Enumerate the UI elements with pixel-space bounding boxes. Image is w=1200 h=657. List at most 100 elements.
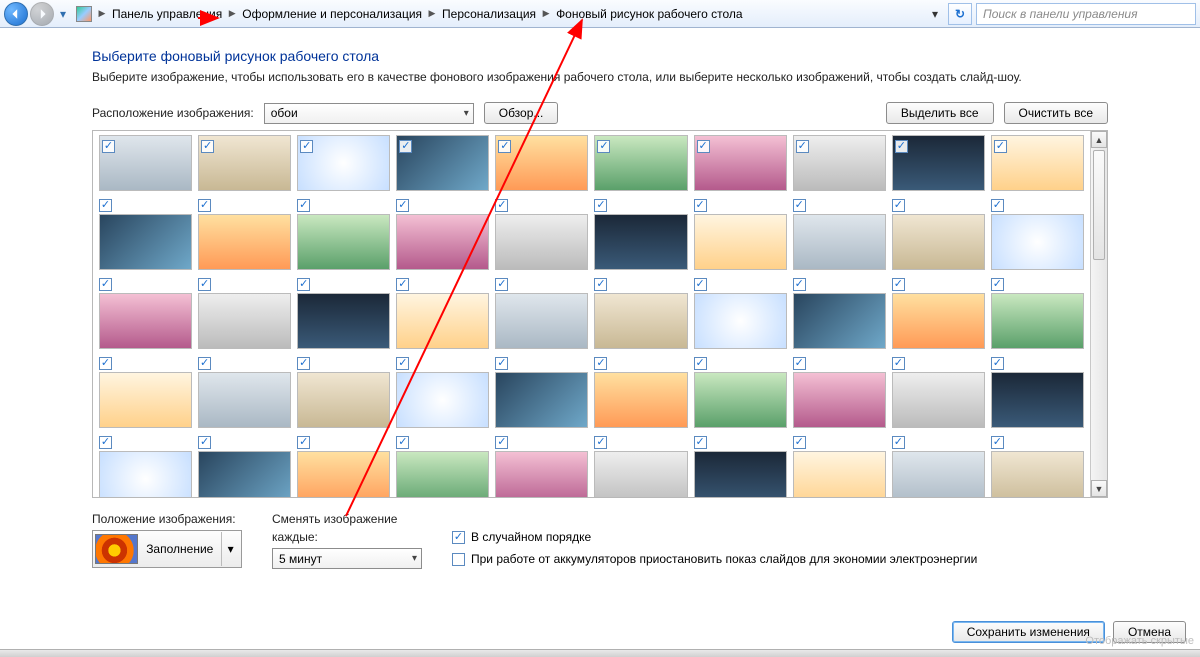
breadcrumb-item[interactable]: Оформление и персонализация (238, 3, 426, 25)
thumb-checkbox[interactable] (597, 140, 610, 153)
wallpaper-thumb[interactable] (495, 135, 588, 191)
wallpaper-image[interactable] (793, 135, 886, 191)
wallpaper-thumb[interactable] (594, 355, 687, 428)
wallpaper-thumb[interactable] (198, 276, 291, 349)
refresh-button[interactable]: ↻ (948, 3, 972, 25)
wallpaper-thumb[interactable] (495, 276, 588, 349)
wallpaper-thumb[interactable] (297, 135, 390, 191)
thumb-checkbox[interactable] (895, 140, 908, 153)
thumb-checkbox[interactable] (102, 140, 115, 153)
address-dropdown[interactable]: ▾ (926, 3, 944, 25)
wallpaper-image[interactable] (892, 214, 985, 270)
chevron-right-icon[interactable]: ▶ (226, 3, 238, 25)
thumb-checkbox[interactable] (297, 278, 310, 291)
chevron-right-icon[interactable]: ▶ (426, 3, 438, 25)
thumb-checkbox[interactable] (495, 436, 508, 449)
wallpaper-thumb[interactable] (793, 135, 886, 191)
wallpaper-image[interactable] (198, 214, 291, 270)
wallpaper-thumb[interactable] (892, 135, 985, 191)
wallpaper-image[interactable] (99, 372, 192, 428)
thumb-checkbox[interactable] (198, 278, 211, 291)
wallpaper-image[interactable] (495, 451, 588, 497)
wallpaper-thumb[interactable] (594, 434, 687, 497)
wallpaper-image[interactable] (297, 135, 390, 191)
wallpaper-image[interactable] (99, 135, 192, 191)
wallpaper-image[interactable] (694, 372, 787, 428)
wallpaper-image[interactable] (495, 293, 588, 349)
thumb-checkbox[interactable] (991, 436, 1004, 449)
thumb-checkbox[interactable] (793, 357, 806, 370)
history-dropdown[interactable]: ▾ (56, 4, 70, 24)
wallpaper-thumb[interactable] (991, 355, 1084, 428)
wallpaper-thumb[interactable] (198, 197, 291, 270)
thumb-checkbox[interactable] (594, 357, 607, 370)
thumb-checkbox[interactable] (297, 199, 310, 212)
thumb-checkbox[interactable] (892, 278, 905, 291)
wallpaper-image[interactable] (991, 293, 1084, 349)
wallpaper-image[interactable] (694, 135, 787, 191)
breadcrumb-item[interactable]: Панель управления (108, 3, 226, 25)
thumb-checkbox[interactable] (793, 436, 806, 449)
wallpaper-image[interactable] (594, 451, 687, 497)
wallpaper-image[interactable] (297, 293, 390, 349)
wallpaper-thumb[interactable] (991, 197, 1084, 270)
scrollbar[interactable]: ▲ ▼ (1090, 131, 1107, 497)
wallpaper-thumb[interactable] (694, 434, 787, 497)
thumb-checkbox[interactable] (396, 436, 409, 449)
breadcrumb-item[interactable]: Персонализация (438, 3, 540, 25)
wallpaper-thumb[interactable] (396, 135, 489, 191)
thumb-checkbox[interactable] (991, 199, 1004, 212)
wallpaper-image[interactable] (198, 293, 291, 349)
wallpaper-image[interactable] (198, 372, 291, 428)
search-input[interactable]: Поиск в панели управления (976, 3, 1196, 25)
wallpaper-thumb[interactable] (495, 197, 588, 270)
thumb-checkbox[interactable] (594, 278, 607, 291)
wallpaper-thumb[interactable] (694, 135, 787, 191)
thumb-checkbox[interactable] (892, 357, 905, 370)
shuffle-checkbox[interactable]: В случайном порядке (452, 530, 977, 544)
wallpaper-image[interactable] (297, 214, 390, 270)
wallpaper-thumb[interactable] (396, 434, 489, 497)
thumb-checkbox[interactable] (892, 199, 905, 212)
wallpaper-image[interactable] (198, 135, 291, 191)
wallpaper-image[interactable] (793, 451, 886, 497)
wallpaper-thumb[interactable] (99, 197, 192, 270)
thumb-checkbox[interactable] (793, 199, 806, 212)
thumb-checkbox[interactable] (99, 436, 112, 449)
wallpaper-thumb[interactable] (793, 197, 886, 270)
thumb-checkbox[interactable] (399, 140, 412, 153)
wallpaper-image[interactable] (396, 135, 489, 191)
wallpaper-thumb[interactable] (396, 197, 489, 270)
wallpaper-image[interactable] (892, 293, 985, 349)
thumb-checkbox[interactable] (892, 436, 905, 449)
wallpaper-thumb[interactable] (793, 355, 886, 428)
wallpaper-image[interactable] (297, 372, 390, 428)
thumb-checkbox[interactable] (198, 436, 211, 449)
thumb-checkbox[interactable] (694, 357, 707, 370)
wallpaper-thumb[interactable] (991, 276, 1084, 349)
thumb-checkbox[interactable] (594, 199, 607, 212)
chevron-right-icon[interactable]: ▶ (540, 3, 552, 25)
chevron-right-icon[interactable]: ▶ (96, 3, 108, 25)
scroll-track[interactable] (1091, 262, 1107, 480)
thumb-checkbox[interactable] (991, 357, 1004, 370)
wallpaper-image[interactable] (594, 214, 687, 270)
wallpaper-image[interactable] (297, 451, 390, 497)
interval-combo[interactable]: 5 минут (272, 548, 422, 569)
wallpaper-thumb[interactable] (297, 434, 390, 497)
wallpaper-image[interactable] (694, 451, 787, 497)
wallpaper-thumb[interactable] (594, 135, 687, 191)
thumb-checkbox[interactable] (297, 436, 310, 449)
wallpaper-image[interactable] (892, 135, 985, 191)
thumb-checkbox[interactable] (498, 140, 511, 153)
thumb-checkbox[interactable] (694, 278, 707, 291)
wallpaper-thumb[interactable] (594, 197, 687, 270)
wallpaper-thumb[interactable] (793, 276, 886, 349)
thumb-checkbox[interactable] (300, 140, 313, 153)
thumb-checkbox[interactable] (396, 199, 409, 212)
wallpaper-thumb[interactable] (99, 434, 192, 497)
wallpaper-image[interactable] (991, 135, 1084, 191)
wallpaper-image[interactable] (99, 451, 192, 497)
wallpaper-thumb[interactable] (892, 197, 985, 270)
wallpaper-image[interactable] (594, 293, 687, 349)
